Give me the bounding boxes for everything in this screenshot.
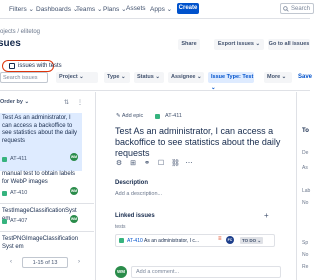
test-issue-icon [2, 219, 7, 224]
list-item[interactable]: TestPNGImageClassificationSyst em [0, 234, 82, 256]
issue-key-link[interactable]: AT-411 [165, 113, 182, 119]
list-item-title: Test As an administrator, I can access a… [2, 115, 78, 144]
more-actions-icon[interactable]: ⋯ [185, 160, 193, 168]
search-issues-input[interactable]: Search issues [0, 72, 48, 83]
saved-filter-label[interactable]: issues with tests [18, 63, 62, 69]
avatar: WM [70, 187, 78, 195]
test-issue-icon [2, 157, 7, 162]
test-issue-icon [155, 114, 160, 119]
field-label: No [302, 252, 309, 258]
comment-input[interactable]: Add a comment... [131, 266, 281, 278]
linked-issue-key[interactable]: AT-410 [127, 238, 143, 244]
top-navigation: Filters ⌄ Dashboards ⌄ Teams ⌄ Plans ⌄ A… [0, 0, 314, 19]
field-label: Sp [302, 240, 309, 246]
order-by-control[interactable]: Order by ⌄ [0, 99, 29, 105]
status-filter[interactable]: Status ⌄ [134, 72, 164, 83]
list-item-title: manual test to obtain labels for WebP im… [2, 171, 76, 185]
divider [0, 203, 94, 204]
chevron-right-icon[interactable]: › [78, 259, 80, 265]
attach-icon[interactable]: ⚙ [115, 160, 123, 168]
linked-issue-summary[interactable]: As an administrator, I c... [144, 238, 199, 244]
list-item-key: AT-411 [10, 156, 27, 162]
status-badge[interactable]: TO DO ⌄ [240, 237, 264, 244]
avatar: WM [115, 266, 127, 278]
create-button[interactable]: Create [177, 3, 199, 14]
web-link-icon[interactable]: ⛓ [171, 160, 180, 168]
list-item-title: TestPNGImageClassificationSyst em [2, 236, 79, 250]
add-epic-link[interactable]: ✎ Add epic [116, 113, 143, 119]
issue-title[interactable]: Test As an administrator, I can access a… [115, 126, 285, 159]
field-label: As [302, 165, 308, 171]
divider [95, 92, 96, 280]
divider [0, 90, 310, 91]
avatar: FC [226, 236, 234, 244]
subtask-icon[interactable]: ☐ [157, 160, 165, 168]
divider [0, 231, 94, 232]
nav-apps[interactable]: Apps ⌄ [150, 5, 172, 13]
test-issue-icon [119, 238, 124, 243]
field-label: Re [302, 264, 309, 270]
page-title: sues [0, 38, 21, 49]
breadcrumb[interactable]: ojects / elitetog [0, 29, 40, 35]
right-panel-heading[interactable]: To [302, 128, 309, 134]
link-type-label: tests [115, 224, 126, 230]
divider [296, 92, 297, 280]
list-item-key: AT-410 [10, 190, 28, 196]
save-filter-link[interactable]: Save [298, 74, 312, 80]
list-item[interactable]: Test As an administrator, I can access a… [0, 113, 82, 171]
share-button[interactable]: Share [178, 39, 200, 50]
nav-teams[interactable]: Teams ⌄ [76, 5, 102, 13]
project-filter[interactable]: Project ⌄ [56, 72, 98, 83]
add-link-icon[interactable]: + [264, 211, 269, 220]
assignee-filter[interactable]: Assignee ⌄ [168, 72, 204, 83]
search-icon [283, 6, 289, 12]
avatar: WM [70, 153, 78, 161]
list-item-key: AT-407 [10, 218, 28, 224]
description-label: Description [115, 180, 149, 186]
child-issue-icon[interactable]: ⊞ [129, 160, 137, 168]
chevron-left-icon[interactable]: ‹ [10, 259, 12, 265]
field-label: De [302, 150, 309, 156]
export-issues-button[interactable]: Export issues ⌄ [214, 39, 264, 50]
priority-icon: ≡ [218, 236, 222, 242]
sort-icon[interactable]: ⇅ [64, 99, 69, 106]
nav-plans[interactable]: Plans ⌄ [103, 5, 127, 13]
pagination: 1-15 of 13 [22, 257, 68, 268]
description-field[interactable]: Add a description... [115, 191, 162, 197]
issue-type-filter[interactable]: Issue Type: Test ⌄ [208, 72, 254, 91]
avatar: WM [70, 215, 78, 223]
go-to-all-issues-button[interactable]: Go to all issues [268, 39, 310, 50]
nav-filters[interactable]: Filters ⌄ [9, 5, 34, 13]
link-icon[interactable]: ⚭ [143, 160, 151, 168]
filter-icon [9, 63, 15, 69]
field-label: Lab [302, 188, 311, 194]
linked-issues-label: Linked issues [115, 213, 155, 219]
global-search-input[interactable]: Search [280, 3, 314, 14]
field-label: No [302, 200, 309, 206]
type-filter[interactable]: Type ⌄ [104, 72, 130, 83]
nav-assets[interactable]: Assets [126, 5, 146, 12]
list-options-icon[interactable]: ⋮ [77, 99, 83, 106]
more-filters[interactable]: More ⌄ [264, 72, 292, 83]
nav-dashboards[interactable]: Dashboards ⌄ [36, 5, 78, 13]
test-issue-icon [2, 191, 7, 196]
list-item[interactable]: manual test to obtain labels for WebP im… [0, 169, 82, 205]
